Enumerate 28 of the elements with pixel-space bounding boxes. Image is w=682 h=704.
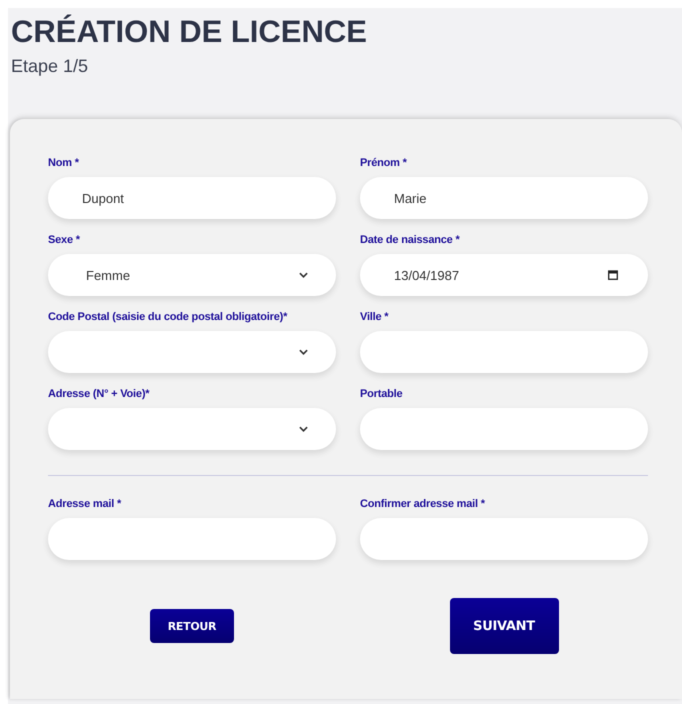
step-indicator: Etape 1/5 [11, 56, 90, 77]
input-field[interactable]: Dupont [48, 177, 336, 219]
field-label: Adresse (N° + Voie)* [48, 388, 150, 400]
chevron-down-icon [299, 426, 308, 432]
field-label: Date de naissance * [360, 234, 461, 246]
dropdown-field[interactable] [48, 331, 336, 373]
next-button[interactable]: SUIVANT [450, 598, 558, 654]
field-label: Ville * [360, 311, 390, 323]
chevron-down-icon [299, 349, 308, 355]
page-title: CRÉATION DE LICENCE [11, 14, 368, 50]
back-button[interactable]: RETOUR [150, 609, 234, 643]
input-field[interactable] [360, 408, 648, 450]
field-label: Portable [360, 388, 404, 400]
dropdown-field[interactable] [48, 408, 336, 450]
field-label: Sexe * [48, 234, 81, 246]
dropdown-field[interactable]: Femme [48, 254, 336, 296]
input-field[interactable] [360, 518, 648, 560]
date-field[interactable]: 13/04/1987 [360, 254, 648, 296]
input-field[interactable]: Marie [360, 177, 648, 219]
calendar-icon[interactable] [608, 270, 618, 280]
field-label: Adresse mail * [48, 498, 122, 510]
field-label: Code Postal (saisie du code postal obligatoire)* [48, 311, 288, 323]
field-label: Prénom * [360, 157, 408, 169]
input-field[interactable] [360, 331, 648, 373]
field-label: Confirmer adresse mail * [360, 498, 486, 510]
input-field[interactable] [48, 518, 336, 560]
field-label: Nom * [48, 157, 80, 169]
chevron-down-icon [299, 272, 308, 278]
